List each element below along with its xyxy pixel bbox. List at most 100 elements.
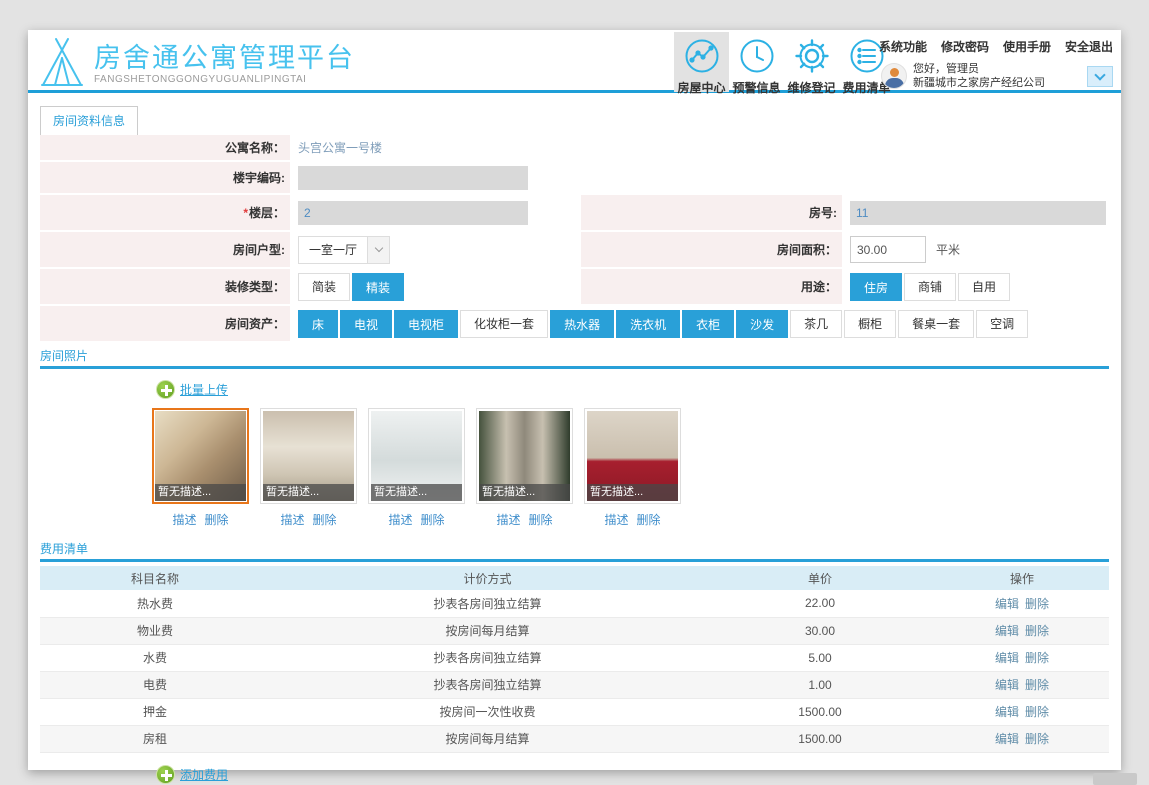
col-header-unit-price: 单价: [705, 566, 935, 590]
change-password-link[interactable]: 修改密码: [941, 38, 989, 55]
room-area-input[interactable]: [850, 236, 926, 263]
photo-delete-link[interactable]: 删除: [637, 511, 661, 528]
section-divider: [40, 559, 1109, 562]
delete-link[interactable]: 删除: [1025, 678, 1049, 692]
apartment-name-label: 公寓名称：: [40, 135, 290, 160]
photo-describe-link[interactable]: 描述: [388, 511, 412, 528]
photo-delete-link[interactable]: 删除: [313, 511, 337, 528]
room-photo: 暂无描述...: [587, 411, 678, 501]
table-row: 押金 按房间一次性收费 1500.00 编辑 删除: [40, 698, 1109, 726]
photo-thumbnail[interactable]: 暂无描述...: [152, 408, 249, 504]
fee-name: 水费: [40, 644, 270, 672]
photo-delete-link[interactable]: 删除: [205, 511, 229, 528]
batch-upload-link[interactable]: 批量上传: [180, 381, 228, 398]
edit-link[interactable]: 编辑: [995, 732, 1019, 746]
usage-option-residence[interactable]: 住房: [850, 272, 903, 301]
asset-option[interactable]: 餐桌一套: [898, 309, 975, 338]
nav-item-warning-info[interactable]: 预警信息: [729, 32, 784, 95]
room-type-select[interactable]: 一室一厅: [298, 235, 391, 264]
avatar: [881, 63, 907, 89]
photo-thumbnail[interactable]: 暂无描述...: [368, 408, 465, 504]
asset-option[interactable]: 洗衣机: [616, 309, 681, 338]
scrollbar-thumb[interactable]: [1093, 773, 1137, 785]
photo-delete-link[interactable]: 删除: [421, 511, 445, 528]
asset-option[interactable]: 茶几: [790, 309, 843, 338]
fee-price: 5.00: [705, 644, 935, 672]
photo-caption: 暂无描述...: [479, 484, 570, 501]
photo-describe-link[interactable]: 描述: [280, 511, 304, 528]
asset-option[interactable]: 橱柜: [844, 309, 897, 338]
photo-delete-link[interactable]: 删除: [529, 511, 553, 528]
delete-link[interactable]: 删除: [1025, 732, 1049, 746]
usage-option-shop[interactable]: 商铺: [904, 272, 957, 301]
photo-item: 暂无描述... 描述 删除: [260, 408, 357, 528]
col-header-pricing-method: 计价方式: [270, 566, 705, 590]
nav-label: 维修登记: [787, 81, 836, 95]
room-area-unit: 平米: [936, 243, 961, 257]
apartment-name-value: 头宫公寓一号楼: [298, 141, 383, 155]
edit-link[interactable]: 编辑: [995, 705, 1019, 719]
required-asterisk: *: [243, 205, 248, 220]
edit-link[interactable]: 编辑: [995, 651, 1019, 665]
delete-link[interactable]: 删除: [1025, 651, 1049, 665]
table-row: 房租 按房间每月结算 1500.00 编辑 删除: [40, 725, 1109, 753]
nav-label: 预警信息: [732, 81, 781, 95]
top-links: 系统功能 修改密码 使用手册 安全退出: [879, 38, 1113, 55]
col-header-actions: 操作: [935, 566, 1109, 590]
table-row: 电费 抄表各房间独立结算 1.00 编辑 删除: [40, 671, 1109, 699]
photo-caption: 暂无描述...: [263, 484, 354, 501]
floor-label: * 楼层：: [40, 195, 290, 230]
usage-option-selfuse[interactable]: 自用: [958, 272, 1011, 301]
user-manual-link[interactable]: 使用手册: [1003, 38, 1051, 55]
decoration-option-simple[interactable]: 简装: [298, 272, 351, 301]
system-functions-link[interactable]: 系统功能: [879, 38, 927, 55]
asset-option[interactable]: 床: [298, 309, 339, 338]
photo-thumbnail[interactable]: 暂无描述...: [476, 408, 573, 504]
asset-option[interactable]: 电视柜: [394, 309, 459, 338]
decoration-option-fine[interactable]: 精装: [352, 272, 405, 301]
add-fee-link[interactable]: 添加费用: [180, 766, 228, 783]
room-type-value: 一室一厅: [309, 242, 358, 257]
app-title: 房舍通公寓管理平台: [94, 42, 355, 73]
asset-option[interactable]: 衣柜: [682, 309, 735, 338]
logout-link[interactable]: 安全退出: [1065, 38, 1113, 55]
nav-item-repair-register[interactable]: 维修登记: [784, 32, 839, 95]
photo-describe-link[interactable]: 描述: [172, 511, 196, 528]
building-code-label: 楼宇编码:: [40, 162, 290, 193]
fee-method: 按房间每月结算: [270, 617, 705, 645]
room-info-form: 公寓名称： 头宫公寓一号楼 楼宇编码: *楼层： 房号: 房间户型: 一室一厅: [40, 135, 1109, 341]
edit-link[interactable]: 编辑: [995, 678, 1019, 692]
asset-option[interactable]: 热水器: [550, 309, 615, 338]
user-greeting: 您好，管理员: [913, 63, 979, 75]
asset-option[interactable]: 电视: [340, 309, 393, 338]
delete-link[interactable]: 删除: [1025, 624, 1049, 638]
fee-method: 抄表各房间独立结算: [270, 671, 705, 699]
edit-link[interactable]: 编辑: [995, 624, 1019, 638]
photos-section-title: 房间照片: [40, 349, 89, 363]
photo-describe-link[interactable]: 描述: [496, 511, 520, 528]
delete-link[interactable]: 删除: [1025, 597, 1049, 611]
photo-thumbnail[interactable]: 暂无描述...: [584, 408, 681, 504]
fee-method: 抄表各房间独立结算: [270, 644, 705, 672]
tab-room-info[interactable]: 房间资料信息: [40, 106, 138, 135]
asset-option[interactable]: 空调: [976, 309, 1029, 338]
asset-option[interactable]: 化妆柜一套: [460, 309, 549, 338]
decoration-type-label: 装修类型：: [40, 269, 290, 304]
asset-option[interactable]: 沙发: [736, 309, 789, 338]
usage-label: 用途：: [581, 269, 842, 304]
photo-thumbnail[interactable]: 暂无描述...: [260, 408, 357, 504]
user-row: 您好，管理员 新疆城市之家房产经纪公司: [881, 62, 1113, 90]
room-no-input[interactable]: [850, 200, 1106, 225]
fee-method: 按房间一次性收费: [270, 698, 705, 726]
collapse-header-button[interactable]: [1087, 65, 1113, 87]
plus-icon: [156, 764, 175, 784]
fee-price: 22.00: [705, 590, 935, 618]
room-type-label: 房间户型:: [40, 232, 290, 267]
nav-item-house-center[interactable]: 房屋中心: [674, 32, 729, 95]
edit-link[interactable]: 编辑: [995, 597, 1019, 611]
floor-input[interactable]: [298, 200, 528, 225]
building-code-input[interactable]: [298, 165, 528, 190]
photo-describe-link[interactable]: 描述: [604, 511, 628, 528]
photo-item: 暂无描述... 描述 删除: [476, 408, 573, 528]
delete-link[interactable]: 删除: [1025, 705, 1049, 719]
